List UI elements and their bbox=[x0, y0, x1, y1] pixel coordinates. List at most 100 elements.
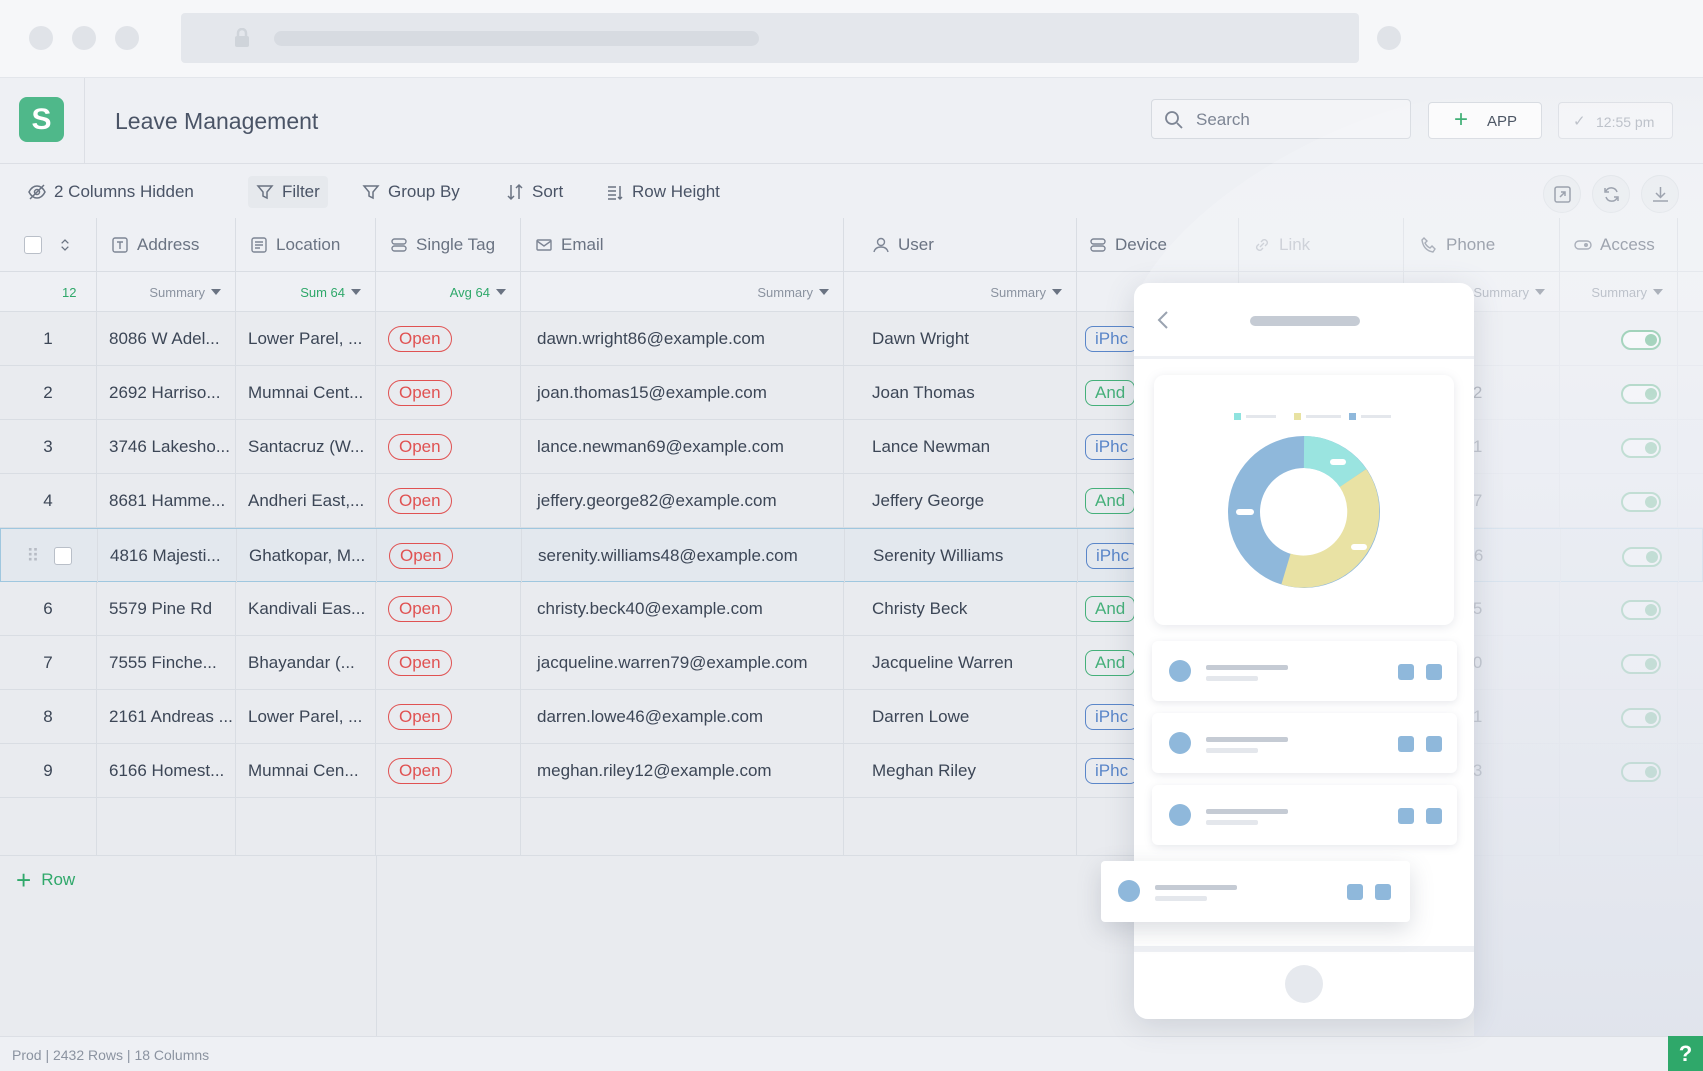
phone-cell[interactable]: 79-1446 bbox=[1405, 529, 1561, 583]
table-row[interactable]: 3 3746 Lakesho... Santacruz (W... Open lance… bbox=[0, 420, 1703, 474]
tag-cell[interactable]: Open bbox=[376, 312, 521, 366]
phone-cell[interactable]: 79-5371 bbox=[1404, 690, 1560, 744]
summary-access[interactable]: Summary bbox=[1560, 272, 1678, 312]
device-cell[interactable]: And bbox=[1077, 474, 1239, 528]
tag-cell[interactable]: Open bbox=[377, 529, 522, 583]
add-row-button[interactable]: + Row bbox=[16, 867, 75, 893]
link-cell[interactable] bbox=[1239, 690, 1404, 744]
sort-toggle-icon[interactable] bbox=[60, 237, 70, 253]
row-number-cell[interactable]: 3 bbox=[0, 420, 97, 474]
address-cell[interactable]: 2692 Harriso... bbox=[97, 366, 236, 420]
filter-button[interactable]: Filter bbox=[248, 176, 328, 208]
search-input[interactable]: Search bbox=[1151, 99, 1411, 139]
tag-cell[interactable]: Open bbox=[376, 690, 521, 744]
column-header-address[interactable]: Address bbox=[97, 218, 236, 272]
access-toggle[interactable] bbox=[1621, 708, 1661, 728]
access-toggle[interactable] bbox=[1621, 654, 1661, 674]
window-close-dot[interactable] bbox=[29, 26, 53, 50]
column-header-single-tag[interactable]: Single Tag bbox=[376, 218, 521, 272]
table-row[interactable]: 4 8681 Hamme... Andheri East,... Open jeffer… bbox=[0, 474, 1703, 528]
summary-link[interactable] bbox=[1239, 272, 1404, 312]
location-cell[interactable]: Ghatkopar, M... bbox=[237, 529, 377, 583]
select-all-checkbox[interactable] bbox=[24, 236, 42, 254]
link-cell[interactable] bbox=[1239, 636, 1404, 690]
address-cell[interactable]: 4816 Majesti... bbox=[98, 529, 237, 583]
table-row[interactable]: 6 5579 Pine Rd Kandivali Eas... Open christy… bbox=[0, 582, 1703, 636]
column-header-access[interactable]: Access bbox=[1560, 218, 1678, 272]
column-header-location[interactable]: Location bbox=[236, 218, 376, 272]
location-cell[interactable]: Mumnai Cent... bbox=[236, 366, 376, 420]
device-cell[interactable]: And bbox=[1077, 636, 1239, 690]
link-cell[interactable] bbox=[1239, 366, 1404, 420]
user-cell[interactable]: Meghan Riley bbox=[844, 744, 1077, 798]
row-number-cell[interactable]: 7 bbox=[0, 636, 97, 690]
location-cell[interactable]: Santacruz (W... bbox=[236, 420, 376, 474]
address-cell[interactable]: 2161 Andreas ... bbox=[97, 690, 236, 744]
window-minimize-dot[interactable] bbox=[72, 26, 96, 50]
location-cell[interactable]: Andheri East,... bbox=[236, 474, 376, 528]
device-cell[interactable]: iPhc bbox=[1077, 744, 1239, 798]
link-cell[interactable] bbox=[1239, 312, 1404, 366]
email-cell[interactable]: meghan.riley12@example.com bbox=[521, 744, 844, 798]
group-by-button[interactable]: Group By bbox=[354, 176, 468, 208]
table-row[interactable]: 2 2692 Harriso... Mumnai Cent... Open joan.t… bbox=[0, 366, 1703, 420]
location-cell[interactable]: Mumnai Cen... bbox=[236, 744, 376, 798]
table-row[interactable]: 9 6166 Homest... Mumnai Cen... Open meghan.r… bbox=[0, 744, 1703, 798]
table-row[interactable]: 7 7555 Finche... Bhayandar (... Open jacquel… bbox=[0, 636, 1703, 690]
email-cell[interactable]: serenity.williams48@example.com bbox=[522, 529, 845, 583]
summary-user[interactable]: Summary bbox=[844, 272, 1077, 312]
column-header-phone[interactable]: Phone bbox=[1404, 218, 1560, 272]
column-header-link[interactable]: Link bbox=[1239, 218, 1404, 272]
table-row[interactable]: 8 2161 Andreas ... Lower Parel, ... Open dar… bbox=[0, 690, 1703, 744]
phone-cell[interactable]: 91-8587 bbox=[1404, 474, 1560, 528]
address-cell[interactable]: 6166 Homest... bbox=[97, 744, 236, 798]
tag-cell[interactable]: Open bbox=[376, 636, 521, 690]
user-cell[interactable]: Lance Newman bbox=[844, 420, 1077, 474]
email-cell[interactable]: darren.lowe46@example.com bbox=[521, 690, 844, 744]
summary-phone[interactable]: Summary bbox=[1404, 272, 1560, 312]
device-cell[interactable]: iPhc bbox=[1077, 312, 1239, 366]
address-cell[interactable]: 8681 Hamme... bbox=[97, 474, 236, 528]
tag-cell[interactable]: Open bbox=[376, 744, 521, 798]
row-number-cell[interactable]: 1 bbox=[0, 312, 97, 366]
reload-button[interactable] bbox=[1592, 175, 1630, 213]
user-cell[interactable]: Jeffery George bbox=[844, 474, 1077, 528]
access-toggle[interactable] bbox=[1621, 762, 1661, 782]
row-number-cell[interactable]: 4 bbox=[0, 474, 97, 528]
row-number-cell[interactable]: 2 bbox=[0, 366, 97, 420]
drag-handle-icon[interactable]: ⠿ bbox=[26, 546, 39, 567]
email-cell[interactable]: christy.beck40@example.com bbox=[521, 582, 844, 636]
user-cell[interactable]: Jacqueline Warren bbox=[844, 636, 1077, 690]
access-toggle[interactable] bbox=[1621, 492, 1661, 512]
expand-button[interactable] bbox=[1543, 175, 1581, 213]
tag-cell[interactable]: Open bbox=[376, 420, 521, 474]
row-number-cell[interactable]: ⠿ bbox=[1, 529, 98, 583]
row-number-cell[interactable]: 8 bbox=[0, 690, 97, 744]
sort-button[interactable]: Sort bbox=[498, 176, 571, 208]
link-cell[interactable] bbox=[1239, 474, 1404, 528]
table-row[interactable]: ⠿ 4816 Majesti... Ghatkopar, M... Open seren… bbox=[0, 528, 1703, 583]
email-cell[interactable]: joan.thomas15@example.com bbox=[521, 366, 844, 420]
download-button[interactable] bbox=[1641, 175, 1679, 213]
add-app-button[interactable]: + APP bbox=[1428, 102, 1542, 139]
phone-cell[interactable]: 44-1361 bbox=[1404, 420, 1560, 474]
link-cell[interactable] bbox=[1240, 529, 1405, 583]
tag-cell[interactable]: Open bbox=[376, 474, 521, 528]
hidden-columns-button[interactable]: 2 Columns Hidden bbox=[20, 176, 202, 208]
link-cell[interactable] bbox=[1239, 420, 1404, 474]
phone-cell[interactable]: 48-4403 bbox=[1404, 744, 1560, 798]
row-number-cell[interactable]: 9 bbox=[0, 744, 97, 798]
row-height-button[interactable]: Row Height bbox=[598, 176, 728, 208]
email-cell[interactable]: dawn.wright86@example.com bbox=[521, 312, 844, 366]
row-number-cell[interactable]: 6 bbox=[0, 582, 97, 636]
url-bar[interactable] bbox=[181, 13, 1359, 63]
user-cell[interactable]: Serenity Williams bbox=[845, 529, 1078, 583]
access-toggle[interactable] bbox=[1621, 600, 1661, 620]
table-row[interactable]: 1 8086 W Adel... Lower Parel, ... Open dawn.… bbox=[0, 312, 1703, 366]
summary-device[interactable] bbox=[1077, 272, 1239, 312]
device-cell[interactable]: iPhc bbox=[1077, 690, 1239, 744]
tag-cell[interactable]: Open bbox=[376, 582, 521, 636]
address-cell[interactable]: 5579 Pine Rd bbox=[97, 582, 236, 636]
summary-email[interactable]: Summary bbox=[521, 272, 844, 312]
column-header-user[interactable]: User bbox=[844, 218, 1077, 272]
